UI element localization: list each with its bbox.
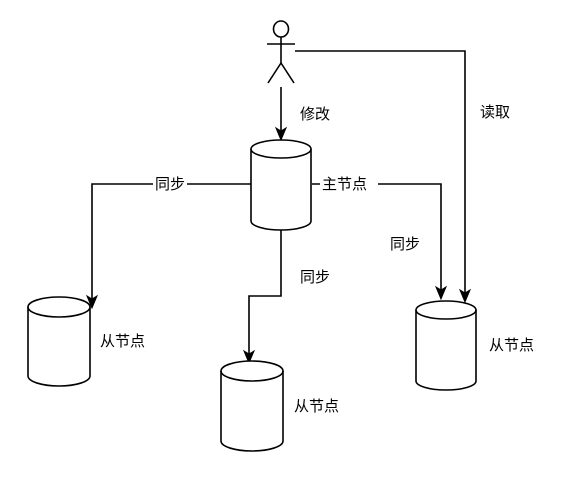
slave-node-right-cylinder — [415, 300, 477, 391]
edge-sync-right — [312, 183, 448, 301]
master-label: 主节点 — [322, 175, 367, 193]
master-node-cylinder — [250, 139, 312, 231]
sync-middle-label: 同步 — [300, 268, 330, 286]
slave-node-left-cylinder — [27, 296, 91, 387]
sync-left-label: 同步 — [155, 175, 185, 193]
read-label: 读取 — [480, 103, 510, 121]
edge-sync-left — [85, 183, 251, 310]
slave-node-middle-cylinder — [220, 360, 284, 452]
edge-edit — [274, 87, 288, 142]
sync-right-label: 同步 — [390, 235, 420, 253]
edge-sync-middle — [242, 230, 282, 365]
slave-left-label: 从节点 — [100, 332, 145, 350]
slave-right-label: 从节点 — [489, 336, 534, 354]
user-actor-icon — [267, 20, 295, 84]
slave-middle-label: 从节点 — [294, 397, 339, 415]
edit-label: 修改 — [300, 105, 330, 123]
architecture-diagram: 修改 读取 同步 主节点 同步 同步 从节点 从节点 从节点 — [27, 20, 534, 452]
